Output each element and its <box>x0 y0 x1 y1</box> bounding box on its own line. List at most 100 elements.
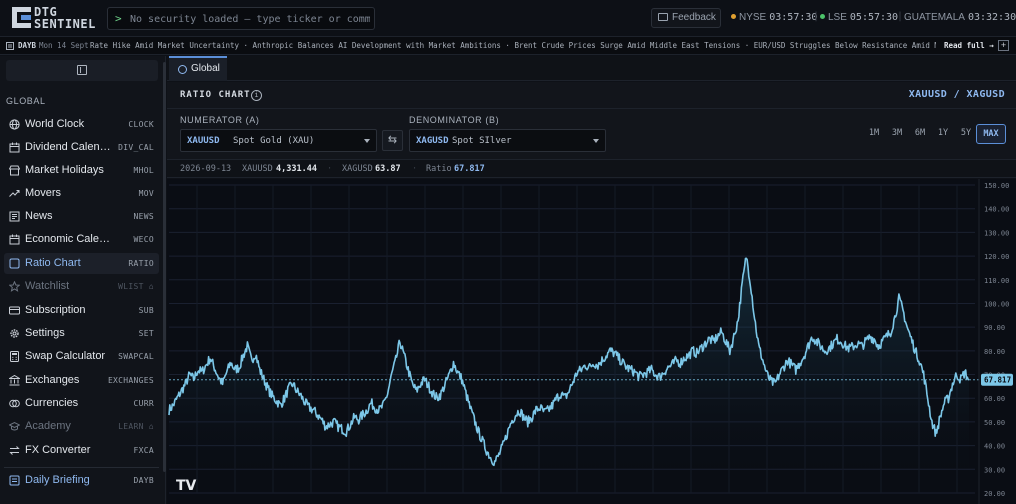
briefing-icon <box>9 475 20 486</box>
sidebar-item-subscription[interactable]: Subscription SUB <box>4 300 159 321</box>
sidebar-item-label: Movers <box>25 187 62 199</box>
sidebar-item-code: DAYB <box>133 476 154 485</box>
chevron-down-icon <box>364 139 370 143</box>
sidebar-item-currencies[interactable]: Currencies CURR <box>4 393 159 414</box>
tradingview-watermark-icon: TV <box>176 478 197 494</box>
range-max[interactable]: MAX <box>976 124 1006 144</box>
y-tick-label: 60.00 <box>984 395 1005 403</box>
sidebar-item-academy[interactable]: Academy LEARN ⌂ <box>4 416 159 437</box>
sidebar-item-exchanges[interactable]: Exchanges EXCHANGES <box>4 370 159 391</box>
numerator-label: NUMERATOR (A) <box>180 115 260 125</box>
expand-news-button[interactable]: + <box>998 40 1009 51</box>
pair-label: XAUUSD / XAGUSD <box>908 89 1005 100</box>
clock-label: NYSE <box>739 12 767 23</box>
sidebar-item-settings[interactable]: Settings SET <box>4 323 159 344</box>
feedback-button[interactable]: Feedback <box>651 8 721 28</box>
command-input[interactable] <box>130 11 370 27</box>
sidebar-item-label: Swap Calculator <box>25 350 106 362</box>
sidebar-item-swap-calculator[interactable]: Swap Calculator SWAPCAL <box>4 346 159 367</box>
sidebar-item-code: MHOL <box>133 166 154 175</box>
numerator-select[interactable]: XAUUSD Spot Gold (XAU) <box>180 129 377 152</box>
collapse-icon <box>77 65 87 75</box>
numerator-name: Spot Gold (XAU) <box>233 136 315 146</box>
y-tick-label: 20.00 <box>984 490 1005 498</box>
info-icon[interactable]: i <box>251 90 262 101</box>
info-b-label: XAGUSD <box>342 164 373 174</box>
news-ticker-bar: DAYB Mon 14 Sept Rate Hike Amid Market U… <box>0 37 1016 55</box>
chevron-down-icon <box>593 139 599 143</box>
ratio-chart[interactable]: 150.00 140.00 130.00 120.00 110.00 100.00 90.0… <box>167 179 1016 504</box>
ratio-controls: NUMERATOR (A) XAUUSD Spot Gold (XAU) ⇆ D… <box>167 109 1016 159</box>
y-tick-label: 100.00 <box>984 300 1009 308</box>
chart-area-fill <box>169 258 969 493</box>
tab-bar: Global <box>167 56 1016 81</box>
sidebar-item-label: Watchlist <box>25 280 70 292</box>
store-icon <box>9 165 20 176</box>
sidebar-item-label: Market Holidays <box>25 164 104 176</box>
sidebar-divider <box>4 467 159 468</box>
clock-status-dot <box>820 14 825 19</box>
ratio-chart-area[interactable]: 150.00 140.00 130.00 120.00 110.00 100.00 90.0… <box>167 179 1016 504</box>
academy-icon <box>9 421 20 432</box>
read-full-link[interactable]: Read full → <box>944 41 994 50</box>
range-1m[interactable]: 1M <box>864 124 884 144</box>
sidebar-item-code: MOV <box>138 189 154 198</box>
y-tick-label: 80.00 <box>984 348 1005 356</box>
sidebar-item-daily-briefing[interactable]: Daily Briefing DAYB <box>4 470 159 491</box>
sidebar-item-label: Daily Briefing <box>25 474 90 486</box>
clock-label: LSE <box>828 12 847 23</box>
sidebar-item-label: Subscription <box>25 304 86 316</box>
sidebar-item-code: WECO <box>133 235 154 244</box>
sidebar-item-code: WLIST ⌂ <box>118 282 154 291</box>
denominator-label: DENOMINATOR (B) <box>409 115 500 125</box>
range-1y[interactable]: 1Y <box>933 124 953 144</box>
sidebar-item-economic-calendar[interactable]: Economic Calendar WECO <box>4 229 159 250</box>
newspaper-icon <box>9 211 20 222</box>
panel-header: RATIO CHART i XAUUSD / XAGUSD <box>167 82 1016 109</box>
tab-global[interactable]: Global <box>169 56 227 81</box>
calendar-icon <box>9 142 20 153</box>
news-source-tag: DAYB <box>18 41 37 50</box>
sidebar-item-watchlist[interactable]: Watchlist WLIST ⌂ <box>4 276 159 297</box>
denominator-select[interactable]: XAGUSD Spot SIlver <box>409 129 606 152</box>
app-logo[interactable]: DTG SENTINEL <box>12 5 98 31</box>
clock-time: 03:57:30 <box>769 12 818 23</box>
y-tick-label: 90.00 <box>984 324 1005 332</box>
sidebar-item-ratio-chart[interactable]: Ratio Chart RATIO <box>4 253 159 274</box>
logo-icon <box>12 7 31 28</box>
info-b-value: 63.87 <box>375 164 401 174</box>
clock-guatemala: | GUATEMALA 03:32:30 <box>897 11 1016 23</box>
trend-icon <box>9 188 20 199</box>
news-ticker-text[interactable]: Rate Hike Amid Market Uncertainty · Anth… <box>90 41 936 50</box>
sidebar-item-label: World Clock <box>25 118 85 130</box>
sidebar-item-label: FX Converter <box>25 444 91 456</box>
range-5y[interactable]: 5Y <box>956 124 976 144</box>
command-prompt: > <box>115 12 122 25</box>
command-bar[interactable]: > <box>107 7 375 30</box>
sidebar-item-fx-converter[interactable]: FX Converter FXCA <box>4 440 159 461</box>
range-3m[interactable]: 3M <box>887 124 907 144</box>
sidebar-item-code: NEWS <box>133 212 154 221</box>
gear-icon <box>9 328 20 339</box>
sidebar-item-label: Ratio Chart <box>25 257 81 269</box>
numerator-code: XAUUSD <box>187 136 220 146</box>
swap-button[interactable]: ⇆ <box>382 130 403 151</box>
sidebar-item-code: LEARN ⌂ <box>118 422 154 431</box>
sidebar-item-code: DIV_CAL <box>118 143 154 152</box>
sidebar-scrollbar[interactable] <box>163 62 166 472</box>
y-tick-label: 40.00 <box>984 443 1005 451</box>
sidebar-item-movers[interactable]: Movers MOV <box>4 183 159 204</box>
square-icon <box>9 258 20 269</box>
denominator-name: Spot SIlver <box>452 136 512 146</box>
sidebar-item-world-clock[interactable]: World Clock CLOCK <box>4 114 159 135</box>
page-title: RATIO CHART <box>180 90 251 100</box>
sidebar-collapse-button[interactable] <box>6 60 158 81</box>
sidebar-item-news[interactable]: News NEWS <box>4 206 159 227</box>
y-tick-label: 120.00 <box>984 253 1009 261</box>
denominator-code: XAGUSD <box>416 136 449 146</box>
range-6m[interactable]: 6M <box>910 124 930 144</box>
sidebar-item-dividend-calendar[interactable]: Dividend Calendar DIV_CAL <box>4 137 159 158</box>
sidebar-item-market-holidays[interactable]: Market Holidays MHOL <box>4 160 159 181</box>
sidebar-item-code: EXCHANGES <box>107 376 154 385</box>
card-icon <box>9 305 20 316</box>
